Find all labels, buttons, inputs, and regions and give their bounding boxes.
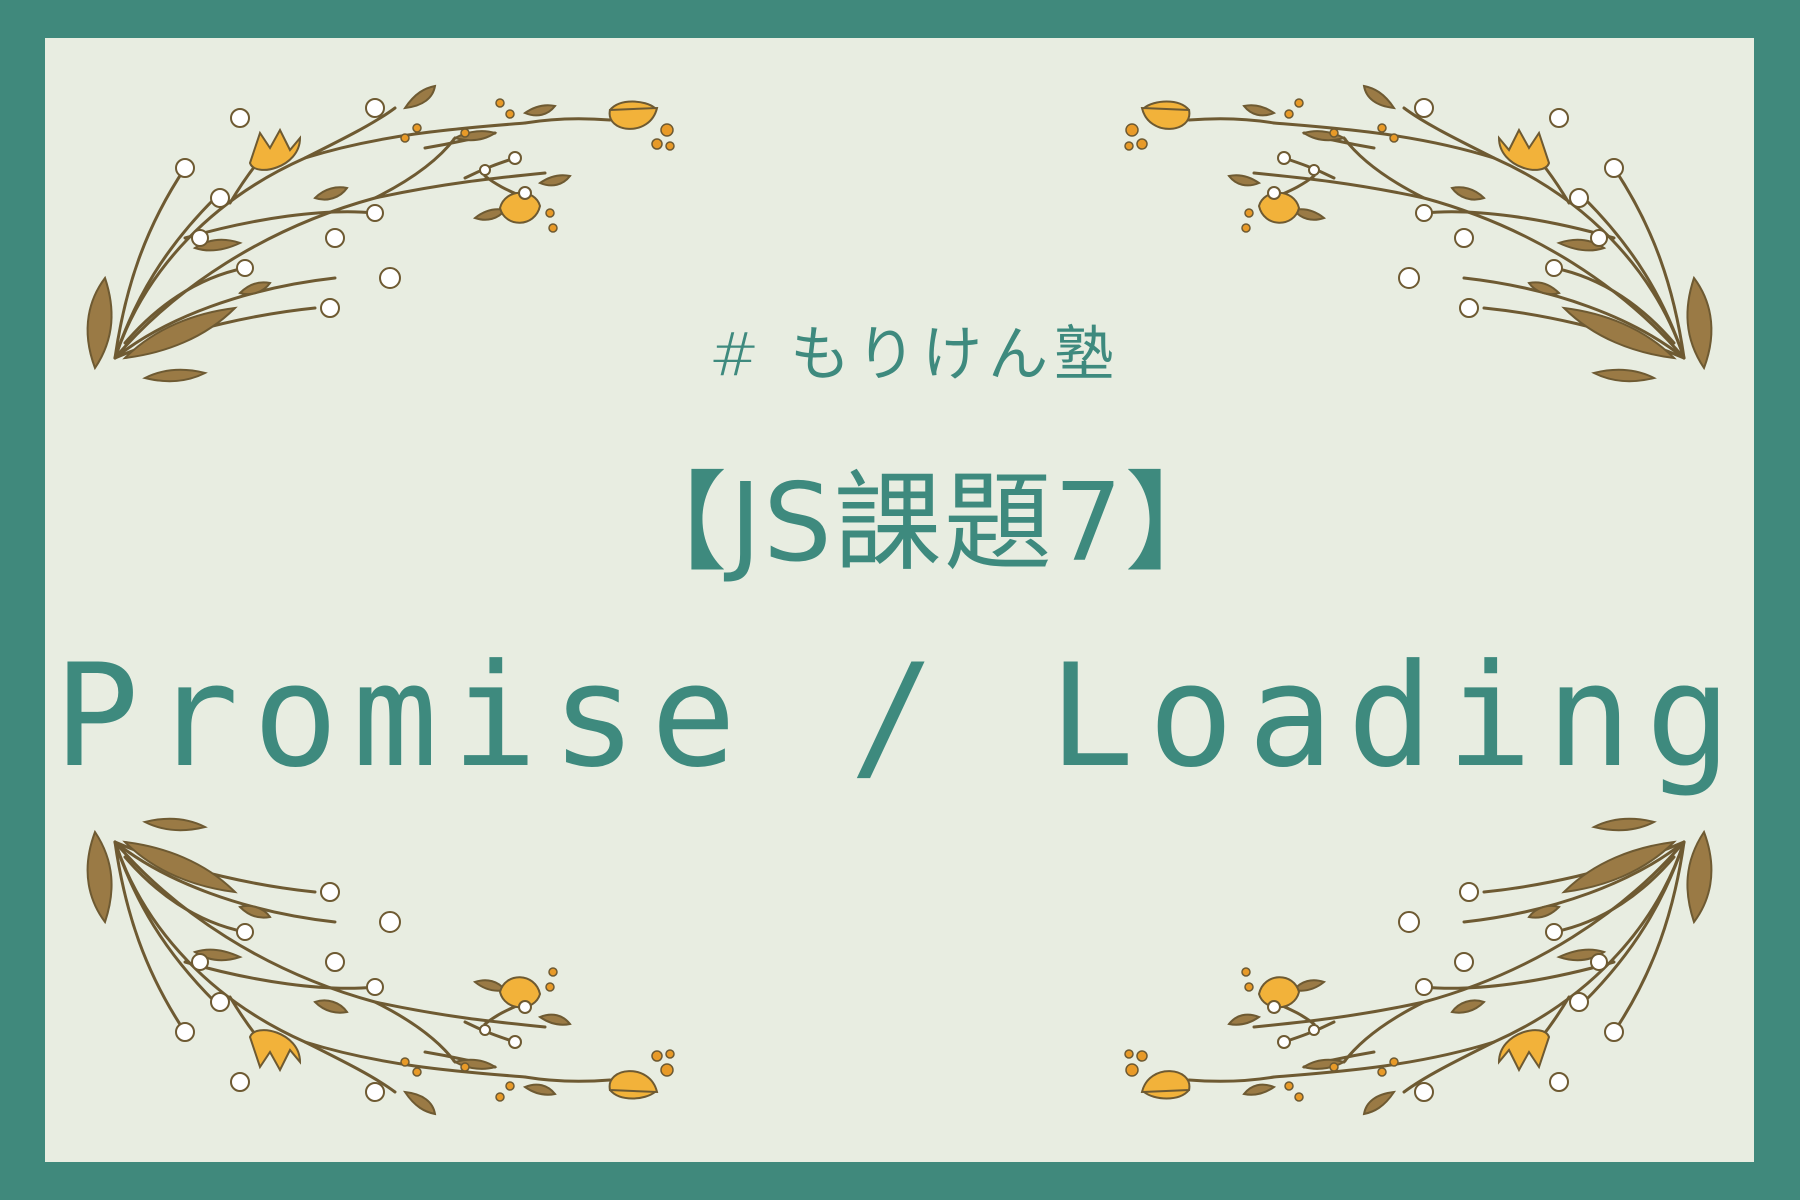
title-card: # もりけん塾 【JS課題7】 Promise / Loading [45,38,1754,1162]
assignment-heading: 【JS課題7】 [619,461,1235,586]
hashtag-label: # もりけん塾 [708,320,1121,390]
floral-branch-icon [1123,817,1713,1116]
floral-decoration [86,84,1713,1116]
topic-subtitle: Promise / Loading [53,634,1746,799]
floral-branch-icon [86,817,676,1116]
